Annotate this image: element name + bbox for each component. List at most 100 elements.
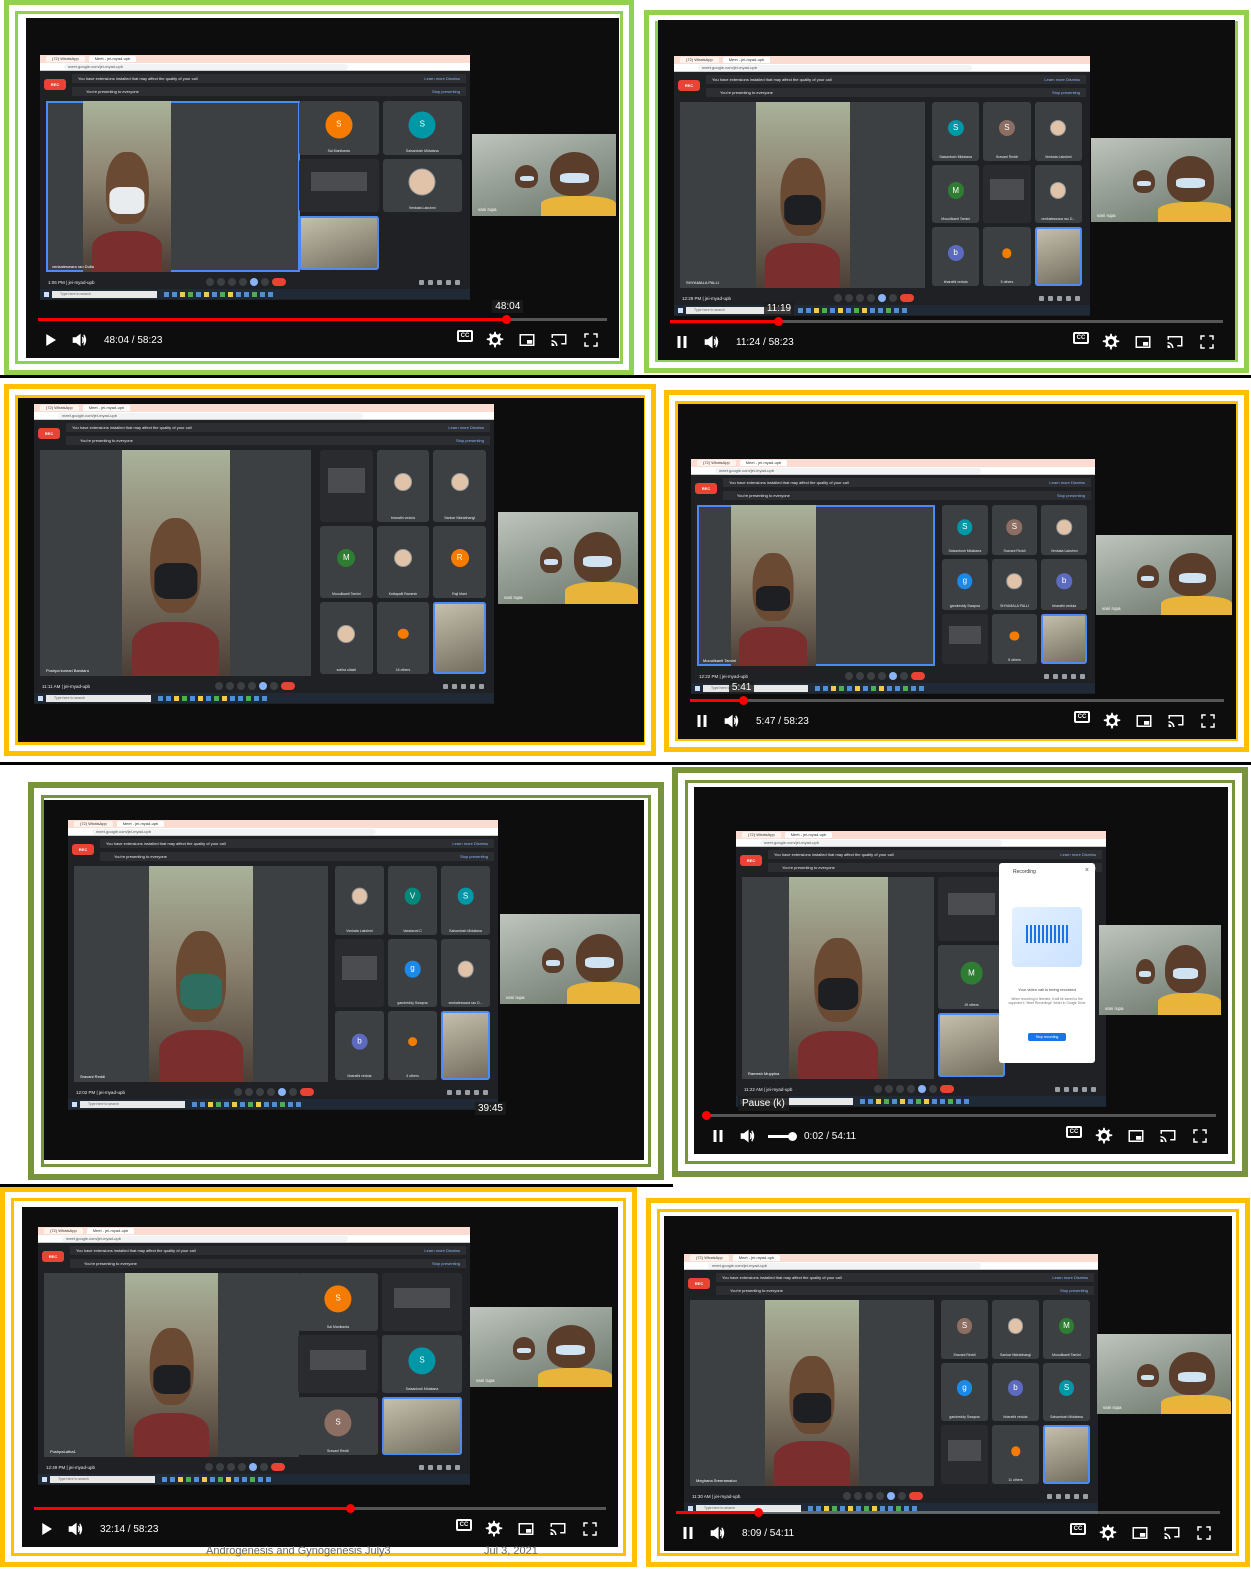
participant-tile[interactable]: S Saisantosh Midatana: [441, 866, 490, 935]
windows-start-icon[interactable]: [678, 307, 683, 313]
dismiss-link[interactable]: Dismiss: [474, 841, 488, 846]
taskbar-app-icon[interactable]: [256, 1101, 261, 1107]
stop-presenting-button[interactable]: Stop presenting: [456, 436, 484, 445]
windows-start-icon[interactable]: [688, 1505, 693, 1511]
participant-tile[interactable]: [938, 1013, 1005, 1077]
taskbar-app-icon[interactable]: [158, 695, 163, 701]
participant-tile[interactable]: [382, 1397, 462, 1455]
participant-tile[interactable]: [983, 164, 1031, 224]
activities-icon[interactable]: [1071, 673, 1076, 679]
youtube-player[interactable]: (72) WhatsApp Meet - jei-myad-upb meet.goo…: [694, 787, 1228, 1154]
learn-more-link[interactable]: Learn more: [448, 425, 468, 430]
miniplayer-icon[interactable]: [1130, 1523, 1150, 1543]
captions-button[interactable]: [236, 682, 245, 690]
learn-more-link[interactable]: Learn more: [1052, 1275, 1072, 1280]
learn-more-link[interactable]: Learn more: [452, 841, 472, 846]
taskbar-app-icon[interactable]: [164, 291, 169, 297]
camera-button[interactable]: [884, 1085, 893, 1093]
notice-links[interactable]: Learn more Dismiss: [424, 74, 460, 83]
tab-meet[interactable]: Meet - jei-myad-upb: [116, 821, 165, 827]
notice-links[interactable]: Learn more Dismiss: [424, 1246, 460, 1255]
tab-meet[interactable]: Meet - jei-myad-upb: [722, 57, 771, 63]
cast-icon[interactable]: [548, 1519, 568, 1539]
tab-whatsapp[interactable]: (72) WhatsApp: [697, 460, 736, 466]
fullscreen-icon[interactable]: [580, 1519, 600, 1539]
url-input[interactable]: meet.google.com/jei-myad-upb: [708, 1262, 981, 1269]
taskbar-app-icon[interactable]: [246, 695, 251, 701]
taskbar-search-input[interactable]: Type here to search: [50, 1475, 155, 1483]
present-button[interactable]: [886, 1492, 895, 1500]
camera-button[interactable]: [216, 1463, 225, 1471]
taskbar-app-icon[interactable]: [166, 695, 171, 701]
volume-icon[interactable]: [722, 711, 742, 731]
play-icon[interactable]: [40, 330, 60, 350]
url-input[interactable]: meet.google.com/jei-myad-upb: [760, 839, 1003, 846]
taskbar-app-icon[interactable]: [162, 1476, 167, 1482]
participant-tile[interactable]: 5 others: [983, 227, 1031, 286]
tab-whatsapp[interactable]: (72) WhatsApp: [742, 832, 781, 838]
settings-icon[interactable]: [484, 1519, 504, 1539]
participant-tile[interactable]: SHYAMALA PALLI: [991, 559, 1038, 610]
activities-icon[interactable]: [1082, 1086, 1087, 1092]
notice-links[interactable]: Learn more Dismiss: [1052, 1273, 1088, 1282]
mic-button[interactable]: [206, 278, 215, 286]
participant-tile[interactable]: Venkata Lakshmi: [1041, 505, 1087, 556]
participant-tile[interactable]: b bharathi vedula: [932, 227, 980, 286]
url-input[interactable]: meet.google.com/jei-myad-upb: [92, 828, 377, 835]
taskbar-app-icon[interactable]: [823, 685, 828, 691]
info-icon[interactable]: [419, 279, 424, 285]
volume-slider[interactable]: [768, 1131, 797, 1141]
taskbar-search-input[interactable]: Type here to search: [46, 694, 151, 702]
taskbar-app-icon[interactable]: [258, 1476, 263, 1482]
people-icon[interactable]: [1064, 1086, 1069, 1092]
taskbar-app-icon[interactable]: [196, 291, 201, 297]
more-options-button[interactable]: [897, 1492, 906, 1500]
activities-icon[interactable]: [446, 1464, 451, 1470]
taskbar-app-icon[interactable]: [888, 1505, 893, 1511]
taskbar-app-icon[interactable]: [242, 1476, 247, 1482]
raise-hand-button[interactable]: [238, 1463, 247, 1471]
dismiss-link[interactable]: Dismiss: [470, 425, 484, 430]
tab-meet[interactable]: Meet - jei-myad-upb: [784, 832, 833, 838]
taskbar-app-icon[interactable]: [940, 1098, 945, 1104]
notice-links[interactable]: Learn more Dismiss: [1044, 75, 1080, 84]
video-progress-bar[interactable]: [702, 1111, 1216, 1120]
participant-tile[interactable]: b bharathi vedula: [992, 1362, 1039, 1422]
volume-icon[interactable]: [702, 332, 722, 352]
captions-button[interactable]: [228, 278, 237, 286]
notice-links[interactable]: Learn more Dismiss: [448, 423, 484, 432]
info-icon[interactable]: [1055, 1086, 1060, 1092]
info-icon[interactable]: [447, 1089, 452, 1095]
taskbar-app-icon[interactable]: [816, 1505, 821, 1511]
settings-icon[interactable]: [1098, 1523, 1118, 1543]
taskbar-search-input[interactable]: Type here to search: [80, 1100, 185, 1108]
participant-tile[interactable]: M Mouulikanti Tamini: [932, 164, 980, 224]
participant-tile[interactable]: venkateswara rao D...: [441, 938, 490, 1008]
taskbar-app-icon[interactable]: [296, 1101, 301, 1107]
learn-more-link[interactable]: Learn more: [1049, 480, 1069, 485]
participant-tile[interactable]: bharathi vedula: [376, 450, 430, 522]
miniplayer-icon[interactable]: [517, 330, 537, 350]
taskbar-app-icon[interactable]: [208, 1101, 213, 1107]
taskbar-app-icon[interactable]: [822, 307, 827, 313]
participant-tile[interactable]: [298, 1335, 378, 1393]
camera-button[interactable]: [217, 278, 226, 286]
people-icon[interactable]: [456, 1089, 461, 1095]
taskbar-app-icon[interactable]: [180, 291, 185, 297]
chat-icon[interactable]: [437, 1464, 442, 1470]
taskbar-app-icon[interactable]: [948, 1098, 953, 1104]
leave-call-button[interactable]: [272, 278, 287, 286]
youtube-player[interactable]: (72) WhatsApp Meet - jei-myad-upb meet.goo…: [44, 800, 644, 1160]
taskbar-app-icon[interactable]: [214, 695, 219, 701]
participant-tile[interactable]: [942, 613, 988, 664]
stop-presenting-button[interactable]: Stop presenting: [432, 1259, 460, 1268]
cast-icon[interactable]: [1158, 1126, 1178, 1146]
participant-tile[interactable]: S Saisantosh Midatana: [932, 102, 980, 161]
participant-tile[interactable]: 5 others: [991, 613, 1038, 664]
mic-button[interactable]: [234, 1088, 243, 1096]
activities-icon[interactable]: [1066, 295, 1071, 301]
url-input[interactable]: meet.google.com/jei-myad-upb: [58, 412, 364, 419]
video-progress-bar[interactable]: [670, 317, 1223, 326]
taskbar-app-icon[interactable]: [887, 685, 892, 691]
taskbar-app-icon[interactable]: [892, 1098, 897, 1104]
